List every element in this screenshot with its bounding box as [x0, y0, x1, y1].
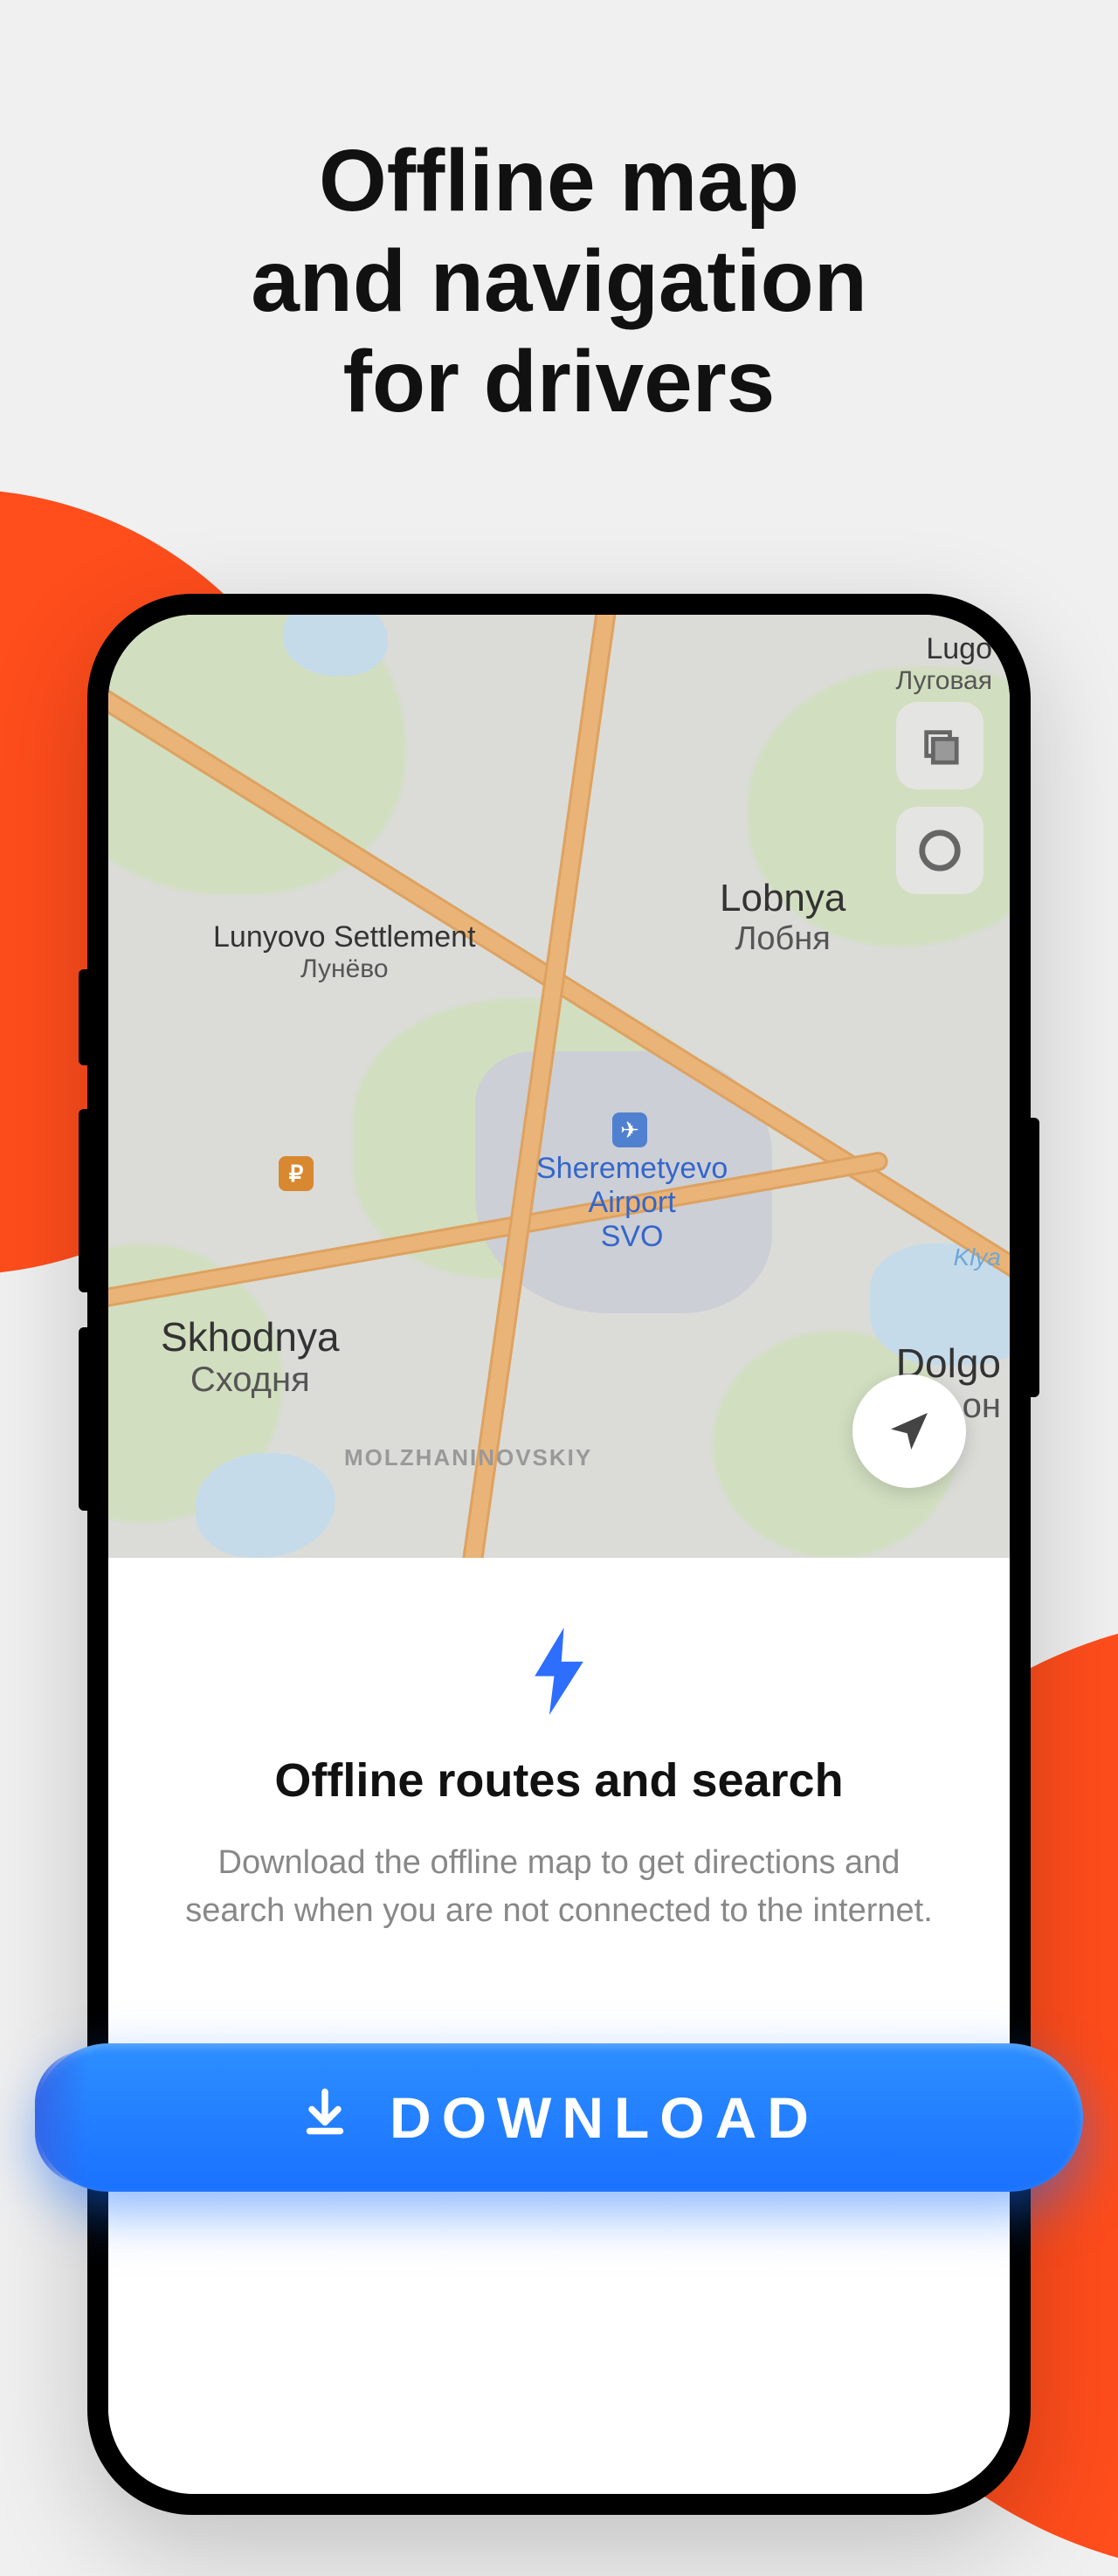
- phone-frame: Lugo Луговая Lobnya Лобня Lunyovo Settle…: [87, 594, 1031, 2515]
- headline-line2: and navigation: [0, 231, 1118, 332]
- airplane-icon: ✈: [612, 1112, 647, 1147]
- layers-button[interactable]: [896, 702, 983, 789]
- map-label-lugovaya: Lugo Луговая: [895, 632, 992, 696]
- map-label-sheremetyevo: Sheremetyevo Airport SVO: [536, 1152, 728, 1254]
- phone-screen: Lugo Луговая Lobnya Лобня Lunyovo Settle…: [108, 615, 1010, 2494]
- headline: Offline map and navigation for drivers: [0, 131, 1118, 432]
- locate-button[interactable]: [852, 1374, 966, 1488]
- card-title: Offline routes and search: [169, 1753, 949, 1808]
- download-label: DOWNLOAD: [390, 2084, 819, 2151]
- download-icon: [299, 2084, 351, 2151]
- map-label-river: Klya: [954, 1243, 1001, 1271]
- map-label-lunyovo: Lunyovo Settlement Лунёво: [213, 920, 476, 984]
- location-arrow-icon: [885, 1407, 934, 1456]
- compass-button[interactable]: [896, 807, 983, 894]
- compass-icon: [916, 827, 963, 874]
- map-label-lobnya: Lobnya Лобня: [720, 877, 845, 958]
- map-view[interactable]: Lugo Луговая Lobnya Лобня Lunyovo Settle…: [108, 615, 1010, 1558]
- bolt-icon: [528, 1628, 590, 1715]
- download-button[interactable]: DOWNLOAD: [35, 2043, 1083, 2192]
- map-label-skhodnya: Skhodnya Сходня: [161, 1313, 340, 1400]
- layers-icon: [920, 726, 960, 766]
- ruble-icon: ₽: [279, 1156, 314, 1191]
- map-label-district: MOLZHANINOVSKIY: [344, 1444, 592, 1471]
- card-body: Download the offline map to get directio…: [169, 1839, 949, 1935]
- headline-line3: for drivers: [0, 332, 1118, 432]
- info-card: Offline routes and search Download the o…: [108, 1558, 1010, 2494]
- headline-line1: Offline map: [0, 131, 1118, 231]
